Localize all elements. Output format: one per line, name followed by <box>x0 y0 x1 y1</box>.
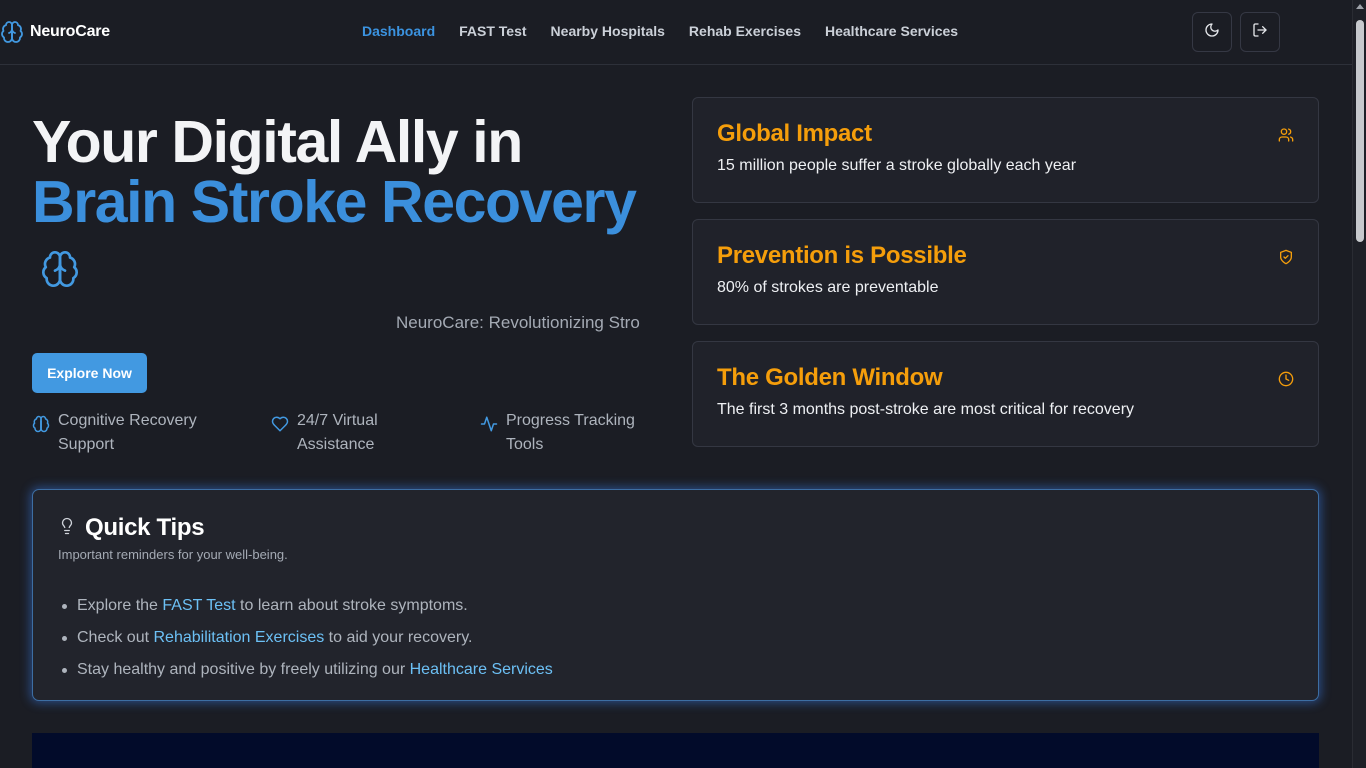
brain-icon <box>40 249 80 294</box>
nav-link-nearby-hospitals[interactable]: Nearby Hospitals <box>551 23 665 39</box>
fast-test-link[interactable]: FAST Test <box>162 597 235 614</box>
users-icon <box>1278 127 1294 148</box>
nav-link-fast-test[interactable]: FAST Test <box>459 23 526 39</box>
stat-card-description: The first 3 months post-stroke are most … <box>717 401 1135 418</box>
feature-label: 24/7 Virtual Assistance <box>297 412 378 453</box>
navbar: NeuroCare Dashboard FAST Test Nearby Hos… <box>0 0 1352 65</box>
nav-link-dashboard[interactable]: Dashboard <box>362 23 435 39</box>
tip-text: Explore the <box>77 597 163 614</box>
next-section-banner <box>32 733 1319 768</box>
list-item: Explore the FAST Test to learn about str… <box>62 590 553 622</box>
explore-now-button[interactable]: Explore Now <box>32 353 147 393</box>
quick-tips-title: Quick Tips <box>85 514 205 541</box>
nav-link-rehab-exercises[interactable]: Rehab Exercises <box>689 23 801 39</box>
stat-card-description: 15 million people suffer a stroke global… <box>717 157 1077 174</box>
scroll-up-arrow-icon[interactable] <box>1356 4 1364 9</box>
tip-text: Stay healthy and positive by freely util… <box>77 661 410 678</box>
quick-tips-list: Explore the FAST Test to learn about str… <box>62 590 553 686</box>
main-nav: Dashboard FAST Test Nearby Hospitals Reh… <box>362 23 982 39</box>
brand[interactable]: NeuroCare <box>0 19 110 45</box>
hero-subtitle: NeuroCare: Revolutionizing Stro <box>396 313 640 332</box>
stat-card-title: Global Impact <box>717 120 872 147</box>
page-scrollbar[interactable] <box>1352 0 1366 768</box>
tip-text: Check out <box>77 629 154 646</box>
brain-logo-icon <box>0 19 24 45</box>
rehabilitation-exercises-link[interactable]: Rehabilitation Exercises <box>153 629 324 646</box>
activity-icon <box>480 415 498 438</box>
brain-icon <box>32 415 50 438</box>
stat-card-description: 80% of strokes are preventable <box>717 279 939 296</box>
scrollbar-thumb[interactable] <box>1356 20 1364 242</box>
feature-cognitive-recovery: Cognitive Recovery Support <box>32 409 222 457</box>
list-item: Stay healthy and positive by freely util… <box>62 654 553 686</box>
logout-button[interactable] <box>1240 12 1280 52</box>
stat-card-golden-window: The Golden Window The first 3 months pos… <box>692 341 1319 447</box>
stat-card-prevention: Prevention is Possible 80% of strokes ar… <box>692 219 1319 325</box>
feature-label: Cognitive Recovery Support <box>58 412 197 453</box>
quick-tips-panel: Quick Tips Important reminders for your … <box>32 489 1319 701</box>
feature-virtual-assistance: 24/7 Virtual Assistance <box>271 409 451 457</box>
hero-title-line2: Brain Stroke Recovery <box>32 169 637 235</box>
tip-text: to learn about stroke symptoms. <box>235 597 468 614</box>
logout-icon <box>1252 22 1268 43</box>
stat-card-title: Prevention is Possible <box>717 242 967 269</box>
theme-toggle-button[interactable] <box>1192 12 1232 52</box>
healthcare-services-link[interactable]: Healthcare Services <box>410 661 553 678</box>
hero-title-line1: Your Digital Ally in <box>32 109 523 175</box>
quick-tips-header: Quick Tips <box>58 514 205 542</box>
stat-card-title: The Golden Window <box>717 364 943 391</box>
lightbulb-icon <box>58 516 76 541</box>
feature-progress-tracking: Progress Tracking Tools <box>480 409 660 457</box>
brand-name: NeuroCare <box>30 23 111 40</box>
nav-link-healthcare-services[interactable]: Healthcare Services <box>825 23 958 39</box>
shield-check-icon <box>1278 249 1294 270</box>
feature-label: Progress Tracking Tools <box>506 412 635 453</box>
moon-icon <box>1204 22 1220 43</box>
stat-card-global-impact: Global Impact 15 million people suffer a… <box>692 97 1319 203</box>
heart-icon <box>271 415 289 438</box>
list-item: Check out Rehabilitation Exercises to ai… <box>62 622 553 654</box>
hero-title: Your Digital Ally in Brain Stroke Recove… <box>32 109 637 235</box>
quick-tips-subtitle: Important reminders for your well-being. <box>58 547 288 562</box>
clock-icon <box>1278 371 1294 392</box>
tip-text: to aid your recovery. <box>324 629 473 646</box>
